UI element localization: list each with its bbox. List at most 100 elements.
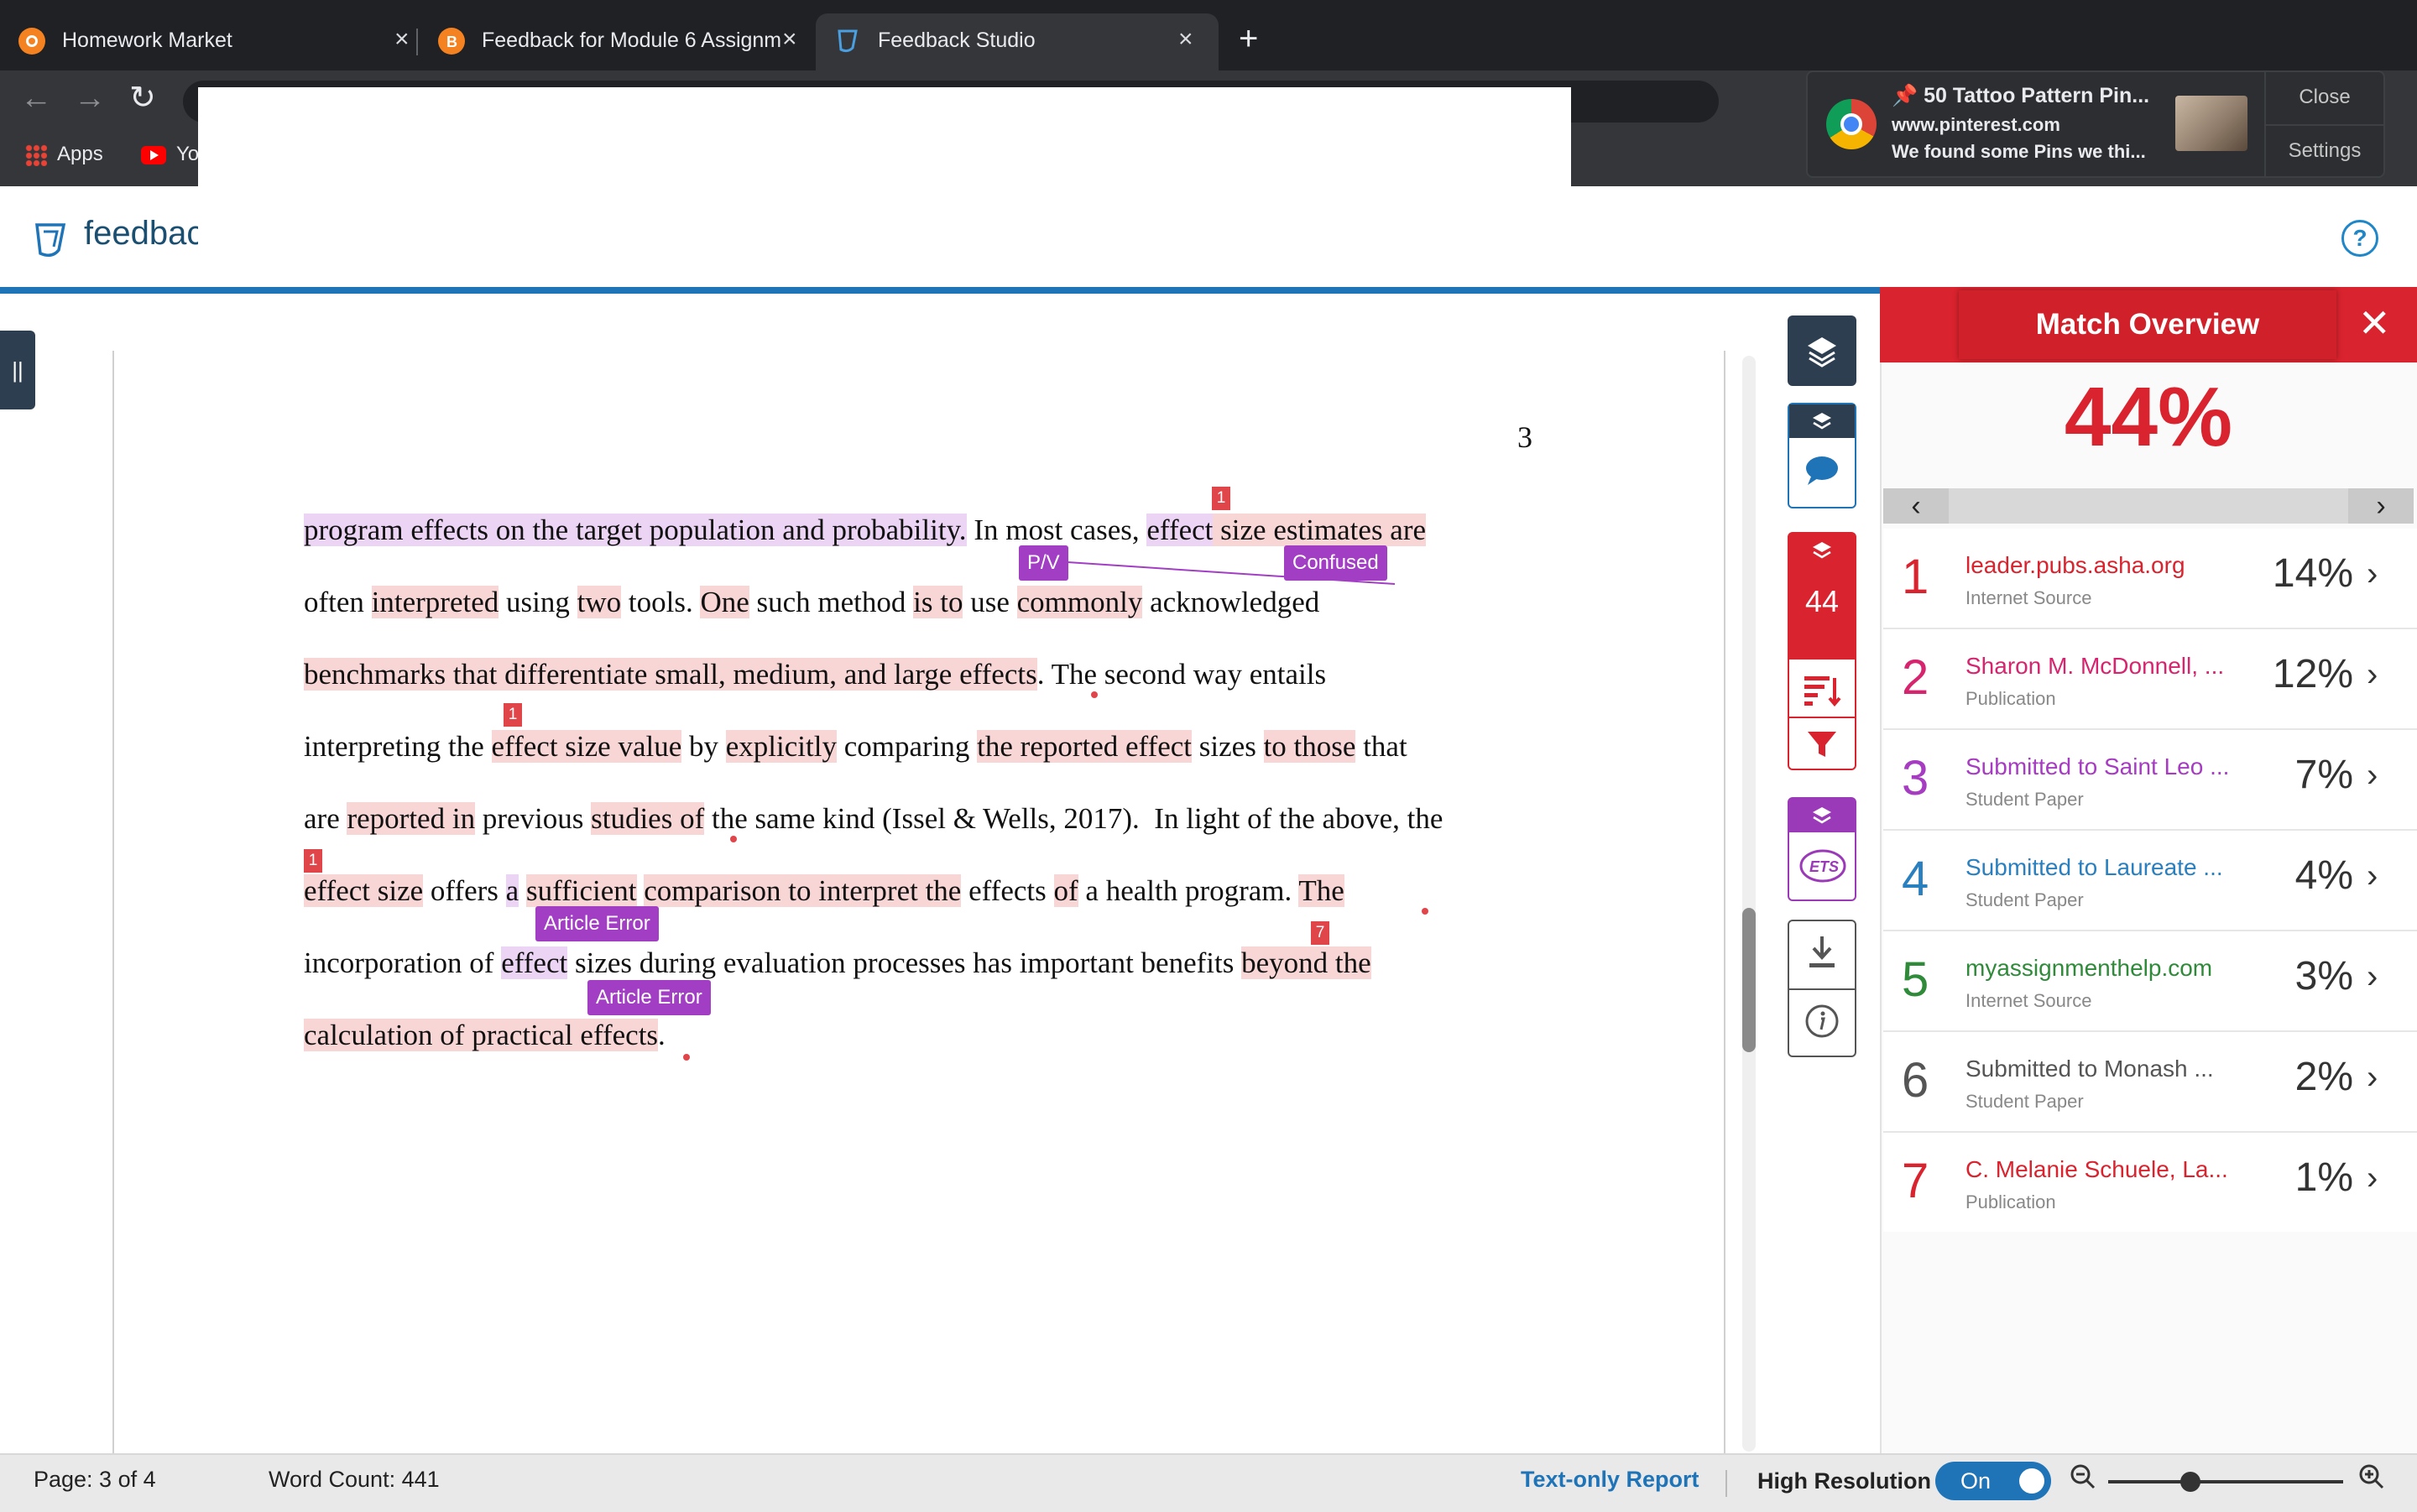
match-highlight[interactable]: calculation of practical effects <box>304 1019 659 1051</box>
layers-icon <box>1813 807 1831 824</box>
match-highlight[interactable]: commonly <box>1016 586 1143 618</box>
page-indicator: Page: 3 of 4 <box>34 1467 156 1492</box>
high-resolution-toggle[interactable]: On <box>1935 1462 2051 1500</box>
chevron-right-icon[interactable]: › <box>2367 555 2378 593</box>
chevron-right-icon[interactable]: › <box>2367 1059 2378 1097</box>
new-tab-button[interactable]: + <box>1239 20 1258 58</box>
notification-title: 📌 50 Tattoo Pattern Pin... <box>1892 84 2150 107</box>
chevron-right-icon[interactable]: › <box>2367 958 2378 996</box>
zoom-out-icon[interactable] <box>2070 1463 2096 1497</box>
match-highlight[interactable]: The <box>1298 874 1344 907</box>
match-highlight[interactable]: is to <box>913 586 963 618</box>
bookmark-youtube[interactable]: Yo <box>141 143 199 166</box>
match-highlight[interactable]: effect size <box>304 874 424 907</box>
comments-layer-button[interactable] <box>1788 403 1856 508</box>
match-highlight[interactable]: program effects on the target population… <box>304 514 967 546</box>
match-highlight[interactable]: sufficient <box>525 874 637 907</box>
match-highlight[interactable]: to those <box>1263 730 1356 763</box>
match-highlight[interactable]: a <box>505 874 519 907</box>
match-source[interactable]: myassignmenthelp.com <box>1965 955 2212 982</box>
notification-message: We found some Pins we thi... <box>1892 141 2146 162</box>
zoom-in-icon[interactable] <box>2358 1463 2385 1497</box>
sidebar-toggle-handle[interactable]: || <box>0 331 35 409</box>
tab-feedback-studio[interactable]: Feedback Studio × <box>816 13 1219 70</box>
tab-feedback-module-6[interactable]: B Feedback for Module 6 Assignm × <box>420 13 814 70</box>
close-panel-icon[interactable]: ✕ <box>2358 304 2391 342</box>
match-source[interactable]: leader.pubs.asha.org <box>1965 552 2185 579</box>
match-highlight[interactable]: comparison to interpret the <box>644 874 962 907</box>
toggle-state: On <box>1960 1468 1992 1494</box>
close-tab-icon[interactable]: × <box>1178 25 1193 54</box>
match-marker[interactable]: 7 <box>1311 921 1329 945</box>
match-highlight[interactable]: reported in <box>347 802 476 835</box>
chevron-right-icon[interactable]: › <box>2367 656 2378 694</box>
match-marker[interactable]: 1 <box>1212 487 1230 510</box>
previous-match-chevron-icon[interactable]: ‹ <box>1883 488 1949 524</box>
help-icon[interactable]: ? <box>2341 220 2378 257</box>
back-arrow-icon[interactable]: ← <box>20 81 52 117</box>
info-icon[interactable] <box>1804 1004 1840 1039</box>
tab-title: Feedback Studio <box>878 29 1036 52</box>
match-highlight[interactable]: beyond the <box>1241 946 1371 979</box>
grammar-tag-confused[interactable]: Confused <box>1284 545 1387 581</box>
ets-layer-button[interactable]: ETS <box>1788 797 1856 901</box>
chevron-right-icon[interactable]: › <box>2367 757 2378 795</box>
chrome-notification[interactable]: 📌 50 Tattoo Pattern Pin... www.pinterest… <box>1806 70 2385 178</box>
grammar-tag-pv[interactable]: P/V <box>1019 545 1068 581</box>
zoom-slider-handle[interactable] <box>2180 1472 2200 1492</box>
next-match-chevron-icon[interactable]: › <box>2348 488 2414 524</box>
notification-close-button[interactable]: Close <box>2266 86 2383 109</box>
text-only-report-link[interactable]: Text-only Report <box>1521 1467 1699 1493</box>
match-marker[interactable]: 1 <box>304 849 322 873</box>
match-row[interactable]: 2 Sharon M. McDonnell, ... Publication 1… <box>1883 629 2417 730</box>
scrollbar-thumb[interactable] <box>1742 908 1756 1052</box>
match-source[interactable]: Sharon M. McDonnell, ... <box>1965 653 2224 680</box>
chevron-right-icon[interactable]: › <box>2367 1160 2378 1197</box>
download-icon[interactable] <box>1806 935 1838 972</box>
match-row[interactable]: 7 C. Melanie Schuele, La... Publication … <box>1883 1133 2417 1232</box>
match-row[interactable]: 1 leader.pubs.asha.org Internet Source 1… <box>1883 529 2417 629</box>
match-highlight[interactable]: effect <box>501 946 568 979</box>
match-source[interactable]: Submitted to Saint Leo ... <box>1965 753 2229 780</box>
match-rank: 4 <box>1902 852 1929 906</box>
tab-homework-market[interactable]: Homework Market × <box>0 13 420 70</box>
chevron-right-icon[interactable]: › <box>2367 858 2378 895</box>
similarity-layer-panel[interactable]: 44 <box>1788 532 1856 770</box>
match-highlight[interactable]: studies of <box>591 802 705 835</box>
match-highlight[interactable]: One <box>700 586 749 618</box>
sort-matches-icon[interactable] <box>1803 673 1841 706</box>
close-tab-icon[interactable]: × <box>782 25 797 54</box>
notification-settings-button[interactable]: Settings <box>2266 139 2383 163</box>
close-tab-icon[interactable]: × <box>394 25 410 54</box>
match-source[interactable]: Submitted to Laureate ... <box>1965 854 2223 881</box>
match-type: Publication <box>1965 1191 2056 1212</box>
page-edge <box>112 351 114 1453</box>
grammar-tag-article-error[interactable]: Article Error <box>535 906 659 941</box>
match-highlight[interactable]: interpreted <box>371 586 499 618</box>
layers-button[interactable] <box>1788 315 1856 386</box>
match-marker[interactable]: 1 <box>504 703 522 727</box>
divider <box>2266 124 2383 126</box>
match-highlight[interactable]: effect size value <box>491 730 682 763</box>
match-source[interactable]: C. Melanie Schuele, La... <box>1965 1156 2228 1183</box>
bookmark-apps[interactable]: Apps <box>25 143 103 166</box>
zoom-slider[interactable] <box>2108 1480 2343 1483</box>
grammar-tag-article-error[interactable]: Article Error <box>587 980 711 1015</box>
match-row[interactable]: 4 Submitted to Laureate ... Student Pape… <box>1883 831 2417 931</box>
match-highlight[interactable]: benchmarks that differentiate small, med… <box>304 658 1037 691</box>
match-highlight[interactable]: two <box>577 586 622 618</box>
match-row[interactable]: 3 Submitted to Saint Leo ... Student Pap… <box>1883 730 2417 831</box>
document-scrollbar[interactable] <box>1742 356 1756 1452</box>
reload-icon[interactable]: ↻ <box>129 79 156 117</box>
match-row[interactable]: 6 Submitted to Monash ... Student Paper … <box>1883 1032 2417 1133</box>
match-highlight[interactable]: the reported effect <box>977 730 1193 763</box>
filter-icon[interactable] <box>1806 728 1838 760</box>
apps-grid-icon <box>25 143 47 166</box>
match-highlight[interactable]: effect size estimates are <box>1146 514 1427 546</box>
feedback-studio-favicon-icon <box>834 28 861 55</box>
forward-arrow-icon[interactable]: → <box>74 81 106 117</box>
match-row[interactable]: 5 myassignmenthelp.com Internet Source 3… <box>1883 931 2417 1032</box>
match-highlight[interactable]: explicitly <box>725 730 837 763</box>
match-source[interactable]: Submitted to Monash ... <box>1965 1056 2214 1082</box>
match-highlight[interactable]: of <box>1053 874 1078 907</box>
